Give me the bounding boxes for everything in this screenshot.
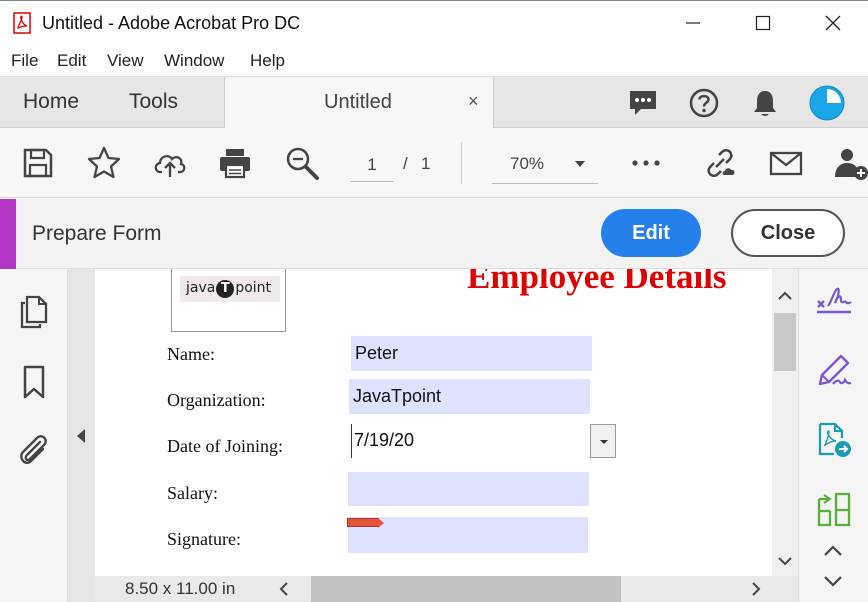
scroll-right-icon[interactable] <box>749 581 763 597</box>
prepare-form-bar: Prepare Form Edit Close <box>0 199 868 269</box>
left-navigation-pane <box>0 269 68 602</box>
pdf-icon <box>13 12 31 34</box>
organization-field[interactable]: JavaTpoint <box>349 379 590 414</box>
menu-help[interactable]: Help <box>250 51 285 71</box>
signature-label: Signature: <box>167 529 241 549</box>
request-signature-icon[interactable] <box>815 351 853 389</box>
bookmark-star-icon[interactable] <box>86 145 122 181</box>
page-number-input[interactable]: 1 <box>350 152 394 182</box>
maximize-icon <box>755 15 771 31</box>
tab-close-button[interactable]: × <box>468 91 479 112</box>
window-title: Untitled - Adobe Acrobat Pro DC <box>42 13 301 33</box>
close-icon <box>825 15 841 31</box>
logo-text: java Tpoint <box>180 276 280 302</box>
organize-pages-icon[interactable] <box>815 491 853 529</box>
title-bar: Untitled - Adobe Acrobat Pro DC <box>0 0 868 46</box>
toolbar-divider <box>461 142 462 184</box>
chevron-down-icon <box>575 161 585 167</box>
chevron-down-icon[interactable] <box>821 569 845 593</box>
tab-tools[interactable]: Tools <box>129 90 178 114</box>
horizontal-scroll-thumb[interactable] <box>311 576 621 602</box>
menu-bar: File Edit View Window Help <box>0 46 868 76</box>
document-tab-label: Untitled <box>324 91 392 113</box>
prepare-form-accent <box>0 199 16 269</box>
tab-bar: Home Tools Untitled × <box>0 76 868 129</box>
bookmark-icon[interactable] <box>16 364 52 400</box>
tab-home[interactable]: Home <box>23 90 79 114</box>
status-bar: 8.50 x 11.00 in <box>95 576 798 602</box>
name-field[interactable]: Peter <box>351 336 592 371</box>
vertical-scrollbar[interactable] <box>772 269 798 576</box>
account-avatar-icon[interactable] <box>808 84 846 122</box>
zoom-value: 70% <box>510 154 545 173</box>
email-icon[interactable] <box>768 145 804 181</box>
print-icon[interactable] <box>217 145 253 181</box>
right-tools-pane <box>798 269 868 602</box>
page-size-label: 8.50 x 11.00 in <box>125 579 236 598</box>
date-of-joining-label: Date of Joining: <box>167 436 283 456</box>
minimize-icon <box>686 22 700 24</box>
prepare-form-title: Prepare Form <box>32 222 162 245</box>
date-dropdown-button[interactable] <box>590 424 616 458</box>
maximize-button[interactable] <box>728 1 798 45</box>
add-user-icon[interactable] <box>832 145 868 181</box>
chevron-up-icon[interactable] <box>821 539 845 563</box>
page-separator: / <box>403 154 408 173</box>
javatpoint-logo: java Tpoint <box>171 269 286 332</box>
attachment-icon[interactable] <box>16 433 52 469</box>
more-icon[interactable] <box>628 145 664 181</box>
fill-sign-icon[interactable] <box>815 281 853 319</box>
logo-text-left: java <box>186 280 216 296</box>
main-toolbar: 1 / 1 70% <box>0 128 868 198</box>
zoom-search-icon[interactable] <box>284 145 320 181</box>
salary-label: Salary: <box>167 483 218 503</box>
share-link-icon[interactable] <box>702 145 738 181</box>
pages-icon[interactable] <box>16 294 52 330</box>
document-heading: Employee Details <box>467 269 727 296</box>
minimize-button[interactable] <box>658 1 728 45</box>
signature-field[interactable] <box>348 517 588 553</box>
edit-button[interactable]: Edit <box>601 209 701 257</box>
sign-here-tag-icon <box>347 518 384 528</box>
scroll-left-icon[interactable] <box>277 581 291 597</box>
tab-document[interactable]: Untitled × <box>224 77 494 129</box>
scroll-down-icon[interactable] <box>776 552 794 570</box>
date-of-joining-field[interactable]: 7/19/20 <box>351 424 590 458</box>
menu-edit[interactable]: Edit <box>57 51 86 71</box>
menu-window[interactable]: Window <box>164 51 224 71</box>
close-window-button[interactable] <box>798 1 868 45</box>
collapse-pane-toggle[interactable] <box>68 269 95 602</box>
menu-view[interactable]: View <box>107 51 144 71</box>
help-icon[interactable] <box>688 87 720 119</box>
save-icon[interactable] <box>20 145 56 181</box>
organization-label: Organization: <box>167 390 266 410</box>
document-canvas: java Tpoint Employee Details Name: Peter … <box>95 269 772 576</box>
scroll-up-icon[interactable] <box>776 287 794 305</box>
export-pdf-icon[interactable] <box>815 421 853 459</box>
bell-icon[interactable] <box>749 87 781 119</box>
menu-file[interactable]: File <box>11 51 38 71</box>
zoom-dropdown[interactable]: 70% <box>492 150 598 184</box>
salary-field[interactable] <box>348 472 589 506</box>
logo-text-mid: T <box>216 280 235 298</box>
name-label: Name: <box>167 344 215 364</box>
chevron-left-icon <box>77 429 85 443</box>
vertical-scroll-thumb[interactable] <box>774 313 796 371</box>
comment-icon[interactable] <box>627 87 659 119</box>
logo-text-right: point <box>235 280 272 296</box>
upload-cloud-icon[interactable] <box>152 145 188 181</box>
page-total: 1 <box>421 154 431 173</box>
close-button[interactable]: Close <box>731 209 845 257</box>
